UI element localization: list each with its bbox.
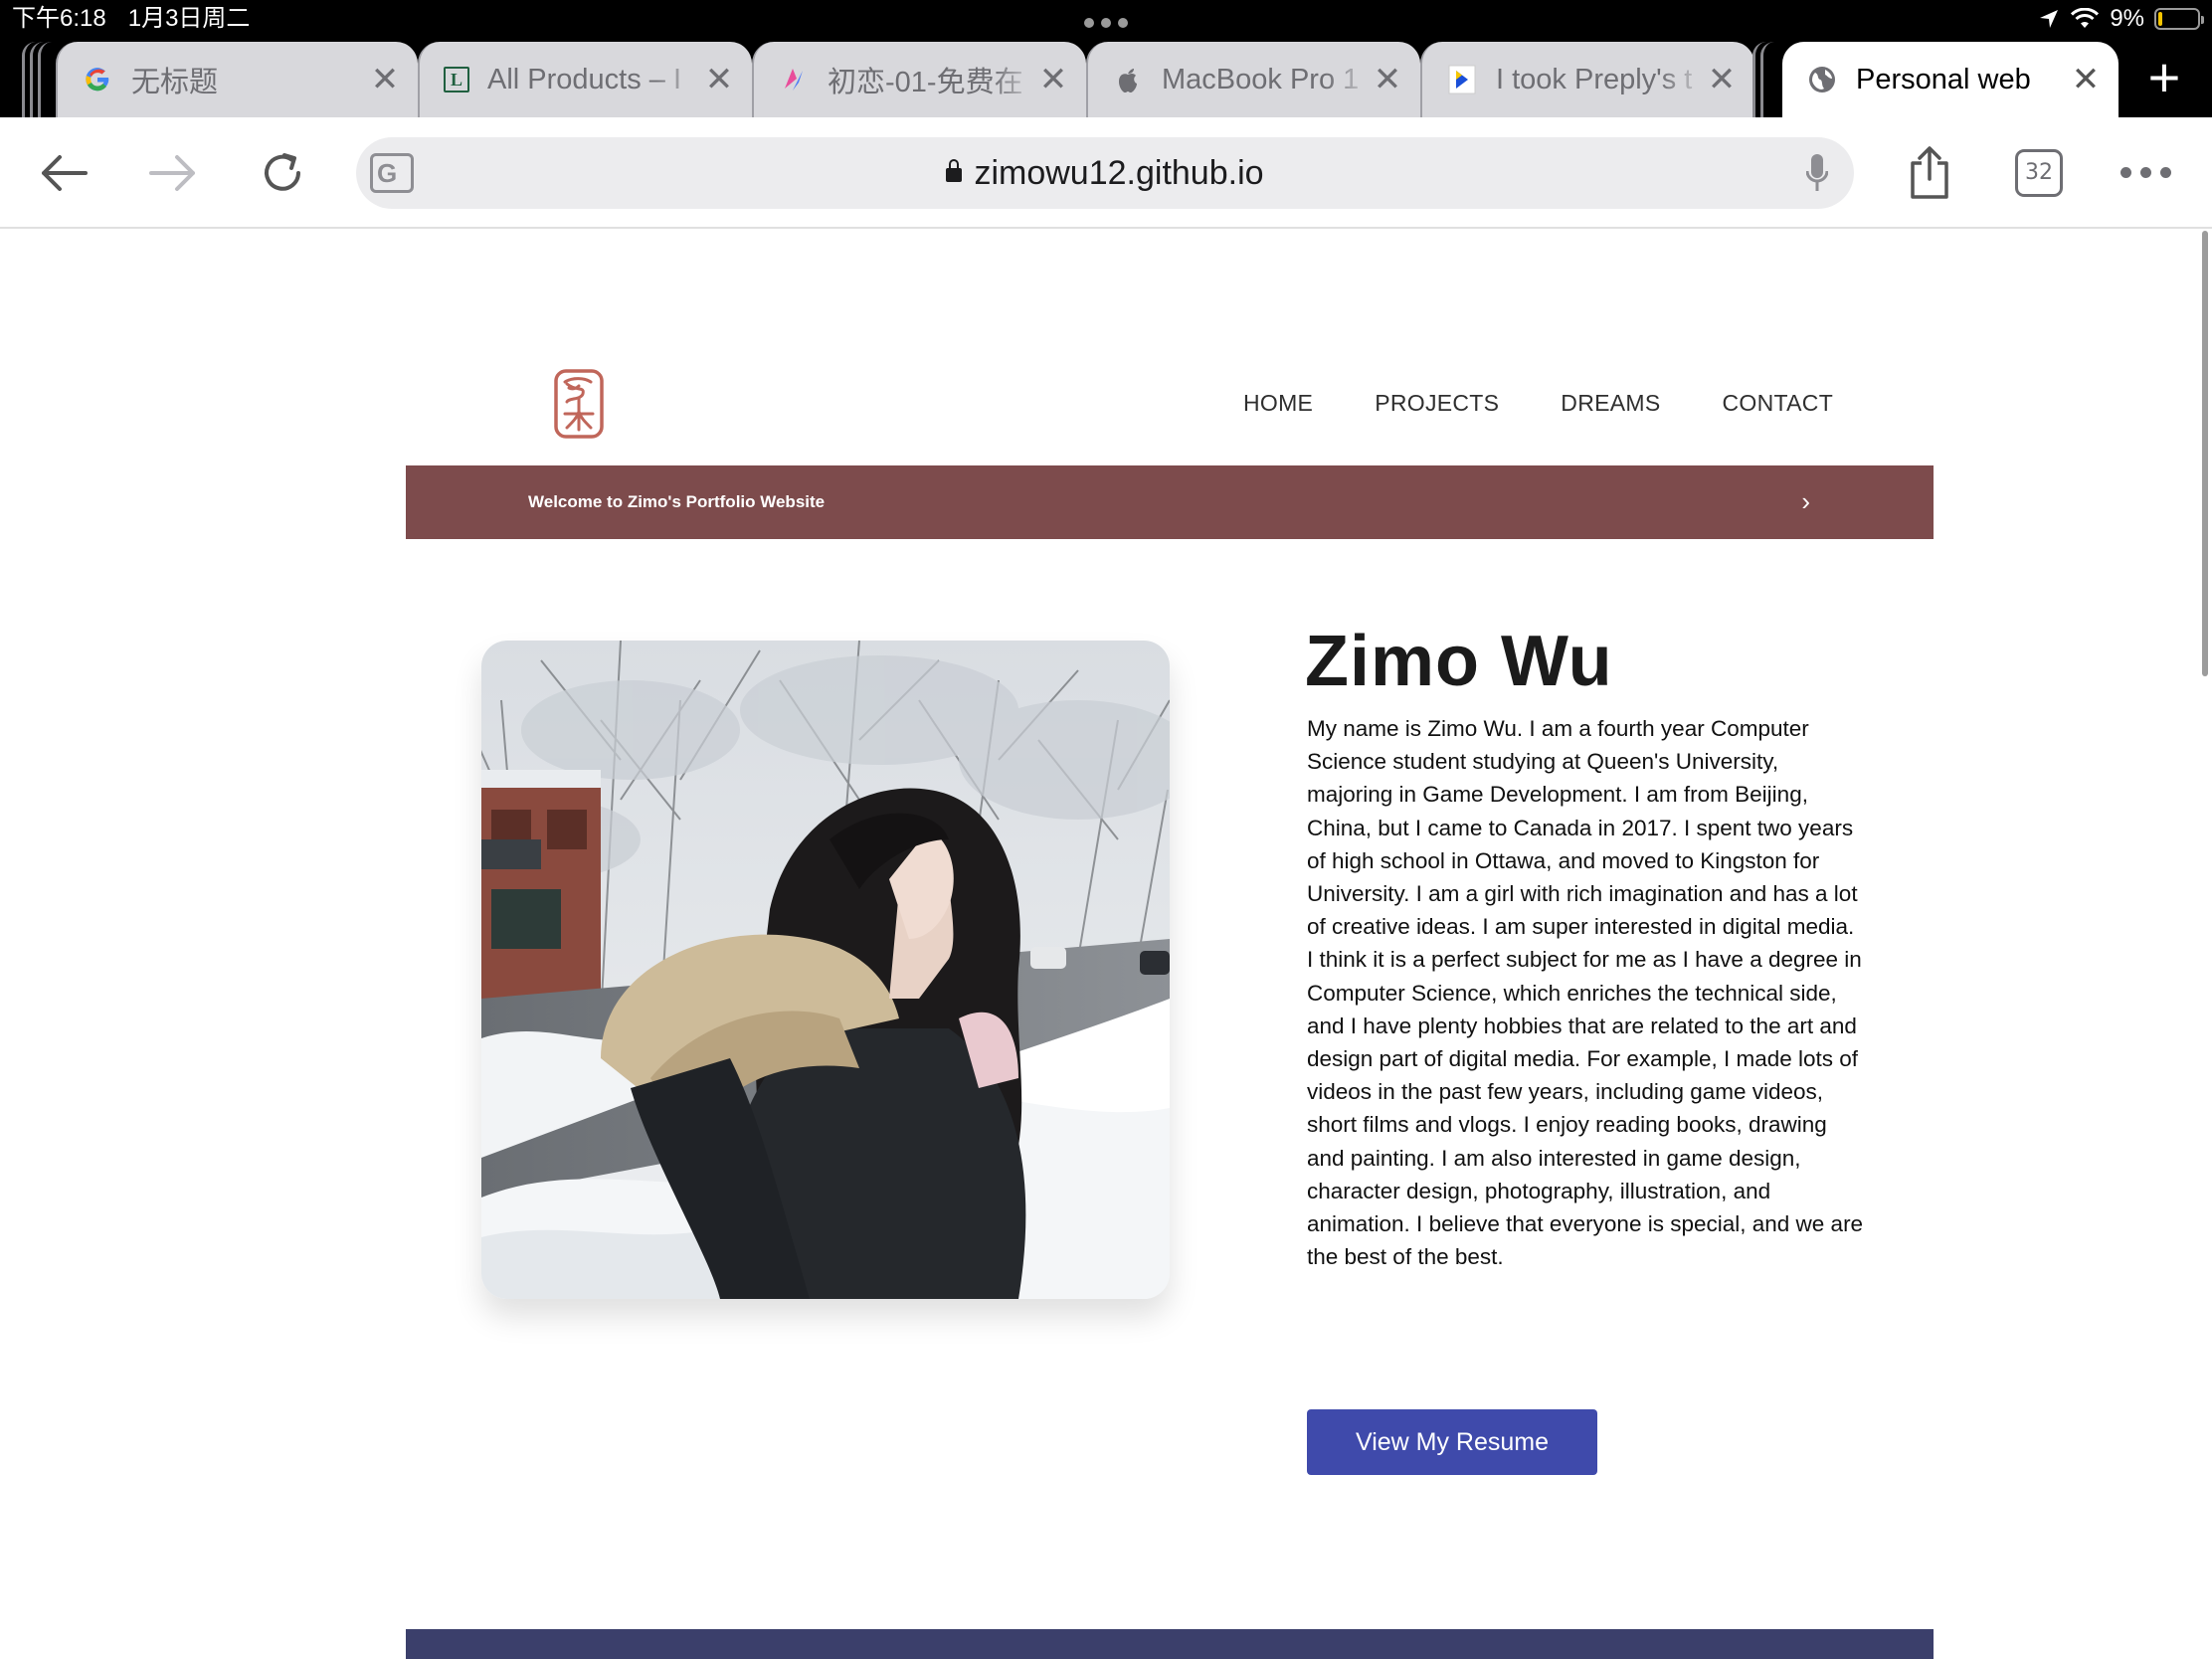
close-tab-icon[interactable]: ✕ (370, 63, 400, 96)
welcome-banner[interactable]: Welcome to Zimo's Portfolio Website › (406, 465, 1934, 539)
status-indicators: 9% (2038, 4, 2204, 34)
back-button[interactable] (32, 143, 95, 203)
tab-title: Personal web (1856, 63, 2031, 95)
close-tab-icon[interactable]: ✕ (704, 63, 734, 96)
close-tab-icon[interactable]: ✕ (1373, 63, 1402, 96)
more-icon[interactable] (2120, 167, 2171, 178)
nav-contact[interactable]: CONTACT (1723, 390, 1834, 417)
share-icon (1911, 146, 1948, 199)
close-tab-icon[interactable]: ✕ (2071, 63, 2101, 96)
web-page: HOME PROJECTS DREAMS CONTACT Welcome to … (0, 231, 2212, 1659)
lock-icon (946, 159, 963, 182)
tab-count-button[interactable]: 32 (2015, 149, 2063, 197)
close-tab-icon[interactable]: ✕ (1707, 63, 1737, 96)
tab-macbook-pro[interactable]: MacBook Pro 1 ✕ (1086, 42, 1420, 117)
wifi-icon (2071, 8, 2100, 28)
multitasking-dots-icon[interactable] (1084, 18, 1128, 28)
status-time: 下午6:18 (12, 5, 106, 32)
view-resume-button[interactable]: View My Resume (1307, 1409, 1597, 1475)
tab-all-products[interactable]: L All Products – I ✕ (418, 42, 752, 117)
reload-button[interactable] (251, 143, 314, 203)
apple-icon (1112, 64, 1144, 95)
browser-top-bar: 下午6:18 1月3日周二 9% 无标题 ✕ L All Products – I… (0, 0, 2212, 117)
swirl-logo-icon (778, 64, 810, 95)
nav-dreams[interactable]: DREAMS (1561, 390, 1660, 417)
browser-toolbar: G zimowu12.github.io 32 (0, 117, 2212, 229)
tab-preply[interactable]: I took Preply's t ✕ (1420, 42, 1754, 117)
vertical-scrollbar[interactable] (2202, 231, 2208, 676)
tab-title: 无标题 (131, 67, 219, 98)
url-field[interactable]: zimowu12.github.io (356, 137, 1854, 209)
nav-home[interactable]: HOME (1243, 390, 1313, 417)
preply-icon (1446, 64, 1478, 95)
share-button[interactable] (1898, 143, 1961, 203)
tab-stack-edge (1760, 42, 1774, 117)
back-arrow-icon (42, 155, 88, 191)
profile-photo (481, 641, 1170, 1299)
tab-title: 初恋-01-免费在 (828, 67, 1023, 98)
tab-title: All Products – I (487, 63, 682, 95)
url-text: zimowu12.github.io (974, 154, 1264, 192)
address-bar[interactable]: G zimowu12.github.io (356, 137, 1854, 209)
microphone-icon[interactable] (1806, 153, 1828, 193)
tab-strip: 无标题 ✕ L All Products – I ✕ 初恋-01-免费在 ✕ M… (0, 42, 2212, 117)
profile-bio: My name is Zimo Wu. I am a fourth year C… (1307, 716, 1864, 1270)
lp-logo-icon: L (444, 67, 469, 92)
tab-stack-edge (38, 42, 52, 117)
tab-untitled[interactable]: 无标题 ✕ (56, 42, 418, 117)
globe-icon (1806, 64, 1838, 95)
tab-title: MacBook Pro 1 (1162, 63, 1360, 95)
tab-title: I took Preply's t (1496, 63, 1693, 95)
status-time-date: 下午6:18 1月3日周二 (12, 4, 250, 34)
chevron-right-icon[interactable]: › (1801, 465, 1810, 537)
reload-icon (265, 153, 300, 191)
google-icon (82, 64, 113, 95)
forward-button[interactable] (141, 143, 205, 203)
site-nav: HOME PROJECTS DREAMS CONTACT (1243, 390, 1833, 417)
battery-icon (2154, 8, 2204, 30)
location-arrow-icon (2040, 10, 2059, 28)
close-tab-icon[interactable]: ✕ (1038, 63, 1068, 96)
tab-personal-web[interactable]: Personal web ✕ (1782, 42, 2119, 117)
tab-chulian[interactable]: 初恋-01-免费在 ✕ (752, 42, 1086, 117)
site-logo-seal[interactable] (553, 368, 605, 440)
banner-text: Welcome to Zimo's Portfolio Website (528, 492, 826, 511)
new-tab-button[interactable]: + (2134, 48, 2194, 107)
footer-section (406, 1629, 1934, 1659)
nav-projects[interactable]: PROJECTS (1375, 390, 1499, 417)
battery-percent: 9% (2110, 5, 2144, 32)
status-date: 1月3日周二 (127, 5, 251, 32)
forward-arrow-icon (149, 155, 195, 191)
profile-name: Zimo Wu (1305, 622, 1613, 701)
